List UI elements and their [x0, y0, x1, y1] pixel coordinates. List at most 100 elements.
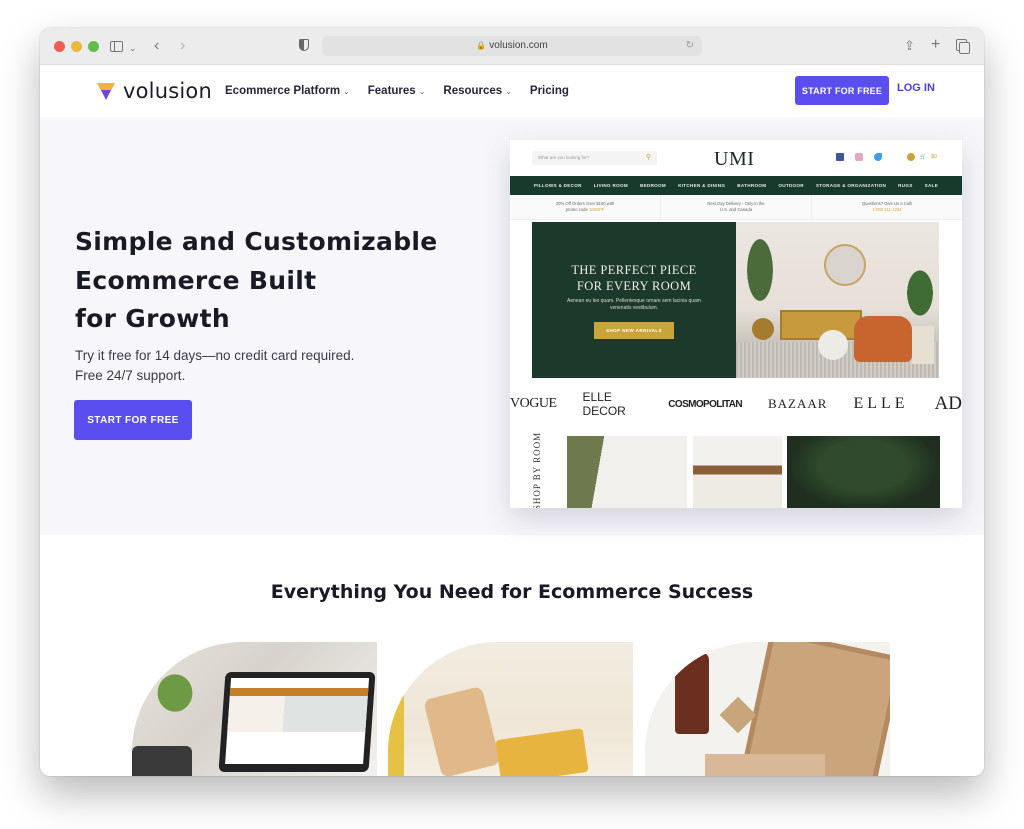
reload-icon[interactable]: ↻: [686, 36, 694, 56]
chevron-down-icon[interactable]: ⌄: [129, 39, 137, 57]
promo-text: promo code: [565, 206, 589, 212]
umi-nav-item: BEDROOM: [639, 183, 667, 188]
banner-title-line: THE PERFECT PIECE: [571, 263, 697, 277]
nav-ecommerce-platform[interactable]: Ecommerce Platform ⌄: [225, 85, 350, 97]
umi-account-cart: 🛒 $0: [907, 153, 937, 161]
umi-nav-item: LIVING ROOM: [593, 183, 628, 188]
site-header: volusion Ecommerce Platform ⌄ Features ⌄ R…: [40, 65, 984, 117]
umi-banner-text-panel: THE PERFECT PIECE FOR EVERY ROOM Aenean …: [532, 222, 736, 378]
umi-promo: Next Day Delivery - Only in the U.S. and…: [661, 195, 812, 219]
lock-icon: 🔒: [476, 41, 487, 50]
hero-start-free-button[interactable]: START FOR FREE: [74, 400, 192, 440]
header-start-free-button[interactable]: START FOR FREE: [795, 76, 889, 105]
umi-banner-body: Aenean eu leo quam. Pellentesque ornare …: [567, 298, 701, 311]
press-logo-ad: AD: [934, 393, 962, 414]
screen-nav-bar: [229, 688, 369, 696]
feature-card-store-builder[interactable]: [132, 642, 377, 776]
nav-label: Ecommerce Platform: [225, 85, 341, 97]
hero-title: Simple and Customizable Ecommerce Built …: [75, 223, 475, 339]
umi-hero-banner: THE PERFECT PIECE FOR EVERY ROOM Aenean …: [532, 222, 939, 378]
umi-search-field: What are you looking for? ⚲: [532, 151, 657, 165]
address-bar[interactable]: 🔒 volusion.com ↻: [322, 36, 702, 56]
screen-banner: [227, 696, 368, 732]
features-title: Everything You Need for Ecommerce Succes…: [270, 581, 754, 603]
url-text: volusion.com: [489, 40, 548, 51]
press-logo-bazaar: BAZAAR: [768, 396, 828, 411]
feature-card-shipping[interactable]: [645, 642, 890, 776]
umi-promo: 20% Off Orders Over $100 with promo code…: [510, 195, 661, 219]
umi-nav-item: KITCHEN & DINING: [678, 183, 726, 188]
volusion-logo-icon: [97, 83, 115, 100]
umi-nav-item: PILLOWS & DECOR: [533, 183, 582, 188]
room-photo-bedroom: [693, 436, 782, 508]
mirror-shape: [824, 244, 866, 286]
tab-overview-icon[interactable]: [956, 39, 970, 54]
close-window-button[interactable]: [54, 41, 65, 52]
user-icon: [907, 153, 915, 161]
umi-logo: UMI: [714, 148, 755, 170]
nav-resources[interactable]: Resources ⌄: [443, 85, 512, 97]
window-controls: [54, 41, 99, 52]
laptop-screen: [225, 678, 370, 764]
chevron-down-icon: ⌄: [505, 86, 512, 96]
banner-title-line: FOR EVERY ROOM: [576, 279, 692, 293]
shop-by-room-label: SHOP BY ROOM: [532, 431, 543, 508]
forward-icon[interactable]: ›: [180, 37, 185, 55]
umi-shop-new-arrivals-button: SHOP NEW ARRIVALS: [594, 322, 674, 339]
search-icon: ⚲: [645, 154, 651, 161]
laptop-shape: [218, 672, 376, 772]
umi-nav-item: BATHROOM: [737, 183, 767, 188]
browser-window: ⌄ ‹ › 🔒 volusion.com ↻ ⇪ + volusion Ecomm…: [40, 28, 984, 776]
umi-header: What are you looking for? ⚲ UMI 🛒 $0: [510, 140, 962, 176]
privacy-shield-icon[interactable]: [299, 39, 309, 51]
planter-shape: [912, 326, 934, 364]
umi-shop-by-room: SHOP BY ROOM: [510, 430, 962, 508]
hero-title-line: for Growth: [75, 304, 230, 333]
press-logo-cosmopolitan: COSMOPOLITAN: [668, 398, 742, 410]
phone-shape: [423, 685, 501, 776]
feature-card-payments[interactable]: [388, 642, 633, 776]
nav-features[interactable]: Features ⌄: [368, 85, 426, 97]
box-shape: [705, 754, 825, 776]
minimize-window-button[interactable]: [71, 41, 82, 52]
umi-nav-bar: PILLOWS & DECOR LIVING ROOM BEDROOM KITC…: [510, 176, 962, 195]
promo-text: U.S. and Canada: [719, 206, 753, 212]
room-photo-outdoor: [787, 436, 940, 508]
logo-text: volusion: [123, 79, 212, 103]
credit-card-shape: [495, 728, 589, 776]
chevron-down-icon: ⌄: [418, 86, 426, 96]
browser-toolbar: ⌄ ‹ › 🔒 volusion.com ↻ ⇪ +: [40, 28, 984, 65]
plant-shape: [900, 258, 939, 328]
login-link[interactable]: LOG IN: [897, 82, 935, 94]
sidebar-icon[interactable]: [110, 41, 123, 52]
back-icon[interactable]: ‹: [154, 37, 159, 55]
umi-press-logos: VOGUE ELLE DECOR COSMOPOLITAN BAZAAR ELL…: [510, 390, 962, 418]
camera-shape: [132, 746, 192, 776]
umi-promo: Questions? Give Us a Call! 1-800-111-123…: [812, 195, 962, 219]
chevron-down-icon: ⌄: [343, 86, 350, 96]
promo-code: 100OFF: [588, 206, 605, 212]
press-logo-elle: ELLE: [853, 395, 909, 412]
nav-label: Pricing: [529, 85, 569, 97]
cart-count: $0: [931, 154, 937, 160]
share-icon[interactable]: ⇪: [904, 37, 915, 55]
press-logo-elle-decor: ELLE DECOR: [582, 390, 626, 418]
volusion-logo[interactable]: volusion: [96, 79, 212, 103]
hero-title-line: Simple and Customizable: [75, 227, 438, 256]
instagram-icon: [855, 153, 863, 161]
main-nav: Ecommerce Platform ⌄ Features ⌄ Resources ⌄…: [225, 65, 569, 117]
hero-title-line: Ecommerce Built: [75, 265, 317, 295]
pouf-shape: [818, 330, 848, 360]
planter-shape: [752, 318, 774, 340]
promo-phone: 1-800-111-1234: [872, 206, 902, 212]
umi-nav-item: SALE: [924, 183, 939, 188]
new-tab-icon[interactable]: +: [931, 36, 940, 54]
umi-nav-item: OUTDOOR: [778, 183, 804, 188]
promo-text: Next Day Delivery - Only in the: [707, 201, 765, 206]
umi-search-placeholder: What are you looking for?: [538, 155, 590, 160]
nav-pricing[interactable]: Pricing: [530, 85, 569, 97]
hero-section: Simple and Customizable Ecommerce Built …: [40, 117, 984, 535]
living-room-photo: [736, 222, 939, 378]
nav-label: Features: [367, 85, 416, 97]
zoom-window-button[interactable]: [88, 41, 99, 52]
